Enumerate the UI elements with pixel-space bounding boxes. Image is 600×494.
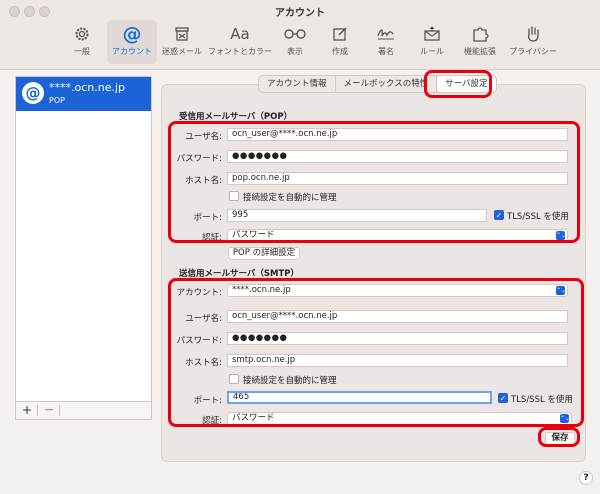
incoming-server-title: 受信用メールサーバ（POP） [179, 112, 293, 122]
toolbar-accounts[interactable]: @ アカウント [107, 20, 157, 64]
pop-advanced-button[interactable]: POP の詳細設定 [228, 247, 300, 260]
outgoing-account-label: アカウント: [176, 288, 222, 298]
divider [59, 405, 60, 416]
toolbar-fonts[interactable]: Aa フォントとカラー [207, 20, 273, 64]
outgoing-port-label: ポート: [193, 396, 222, 406]
tab-server-settings[interactable]: サーバ設定 [437, 76, 496, 92]
add-account-button[interactable]: + [18, 404, 36, 417]
server-settings-panel: 受信用メールサーバ（POP） ユーザ名: ocn_user@****.ocn.n… [161, 84, 586, 462]
outgoing-server-title: 送信用メールサーバ（SMTP） [179, 269, 300, 279]
outgoing-account-value: ****.ocn.ne.jp [232, 285, 291, 295]
hand-icon [525, 23, 541, 45]
title-bar: アカウント 一般 @ アカウント 迷惑メール Aa フォントとカラー 表示 作成… [0, 0, 600, 70]
incoming-host-label: ホスト名: [185, 176, 222, 186]
incoming-auto-manage-checkbox[interactable] [229, 191, 239, 201]
outgoing-auth-label: 認証: [202, 416, 222, 426]
chevron-updown-icon: ⌃⌄ [560, 414, 571, 423]
outgoing-auto-manage-label: 接続設定を自動的に管理 [243, 376, 337, 386]
incoming-auth-label: 認証: [202, 233, 222, 243]
save-button[interactable]: 保存 [545, 432, 575, 445]
incoming-username-label: ユーザ名: [185, 132, 222, 142]
extensions-icon [471, 23, 489, 45]
account-type: POP [49, 96, 65, 105]
outgoing-username-field[interactable]: ocn_user@****.ocn.ne.jp [227, 310, 568, 323]
divider [37, 405, 38, 416]
chevron-updown-icon: ⌃⌄ [556, 231, 567, 240]
outgoing-username-label: ユーザ名: [185, 314, 222, 324]
at-icon: @ [122, 23, 142, 45]
outgoing-port-field[interactable]: 465 [227, 391, 492, 404]
outgoing-host-label: ホスト名: [185, 358, 222, 368]
settings-tabs: アカウント情報 メールボックスの特性 サーバ設定 [258, 75, 497, 93]
remove-account-button[interactable]: — [40, 404, 58, 417]
toolbar-privacy[interactable]: プライバシー [505, 20, 561, 64]
outgoing-tls-checkbox[interactable]: ✓ [498, 393, 508, 403]
toolbar-rules[interactable]: ルール [409, 20, 455, 64]
incoming-tls-label: TLS/SSL を使用 [507, 212, 569, 222]
outgoing-password-field[interactable]: ●●●●●●● [227, 332, 568, 345]
signature-icon [376, 23, 396, 45]
incoming-auto-manage-label: 接続設定を自動的に管理 [243, 193, 337, 203]
gear-icon [73, 23, 91, 45]
compose-icon [332, 23, 348, 45]
toolbar-extensions[interactable]: 機能拡張 [455, 20, 505, 64]
incoming-password-field[interactable]: ●●●●●●● [227, 150, 568, 163]
outgoing-password-label: パスワード: [176, 336, 222, 346]
tab-account-info[interactable]: アカウント情報 [259, 76, 336, 92]
toolbar-junk[interactable]: 迷惑メール [157, 20, 207, 64]
incoming-auth-select[interactable]: パスワード ⌃⌄ [227, 229, 568, 242]
fonts-icon: Aa [230, 25, 250, 43]
incoming-username-field[interactable]: ocn_user@****.ocn.ne.jp [227, 128, 568, 141]
at-icon: @ [22, 82, 44, 104]
tab-mailbox-behaviors[interactable]: メールボックスの特性 [336, 76, 438, 92]
incoming-password-label: パスワード: [176, 154, 222, 164]
incoming-auth-value: パスワード [232, 230, 275, 240]
incoming-tls-checkbox[interactable]: ✓ [494, 210, 504, 220]
toolbar-composing[interactable]: 作成 [317, 20, 363, 64]
outgoing-auth-value: パスワード [232, 413, 275, 423]
rules-icon [423, 23, 441, 45]
account-item[interactable]: @ ****.ocn.ne.jp POP [16, 77, 151, 111]
chevron-updown-icon: ⌃⌄ [556, 286, 567, 295]
incoming-host-field[interactable]: pop.ocn.ne.jp [227, 172, 568, 185]
glasses-icon [284, 23, 306, 45]
outgoing-auth-select[interactable]: パスワード ⌃⌄ [227, 412, 572, 425]
toolbar-general[interactable]: 一般 [57, 20, 107, 64]
account-list[interactable]: @ ****.ocn.ne.jp POP [15, 76, 152, 402]
outgoing-auto-manage-checkbox[interactable] [229, 374, 239, 384]
toolbar-viewing[interactable]: 表示 [273, 20, 317, 64]
outgoing-account-select[interactable]: ****.ocn.ne.jp ⌃⌄ [227, 284, 568, 297]
incoming-port-label: ポート: [193, 213, 222, 223]
outgoing-tls-label: TLS/SSL を使用 [511, 395, 573, 405]
incoming-port-field[interactable]: 995 [227, 209, 487, 222]
toolbar-signatures[interactable]: 署名 [363, 20, 409, 64]
window-title: アカウント [275, 8, 325, 19]
junk-icon [173, 23, 191, 45]
account-list-footer: + — [15, 402, 152, 420]
outgoing-host-field[interactable]: smtp.ocn.ne.jp [227, 354, 568, 367]
account-name: ****.ocn.ne.jp [49, 81, 126, 94]
help-button[interactable]: ? [579, 471, 593, 485]
preferences-toolbar: 一般 @ アカウント 迷惑メール Aa フォントとカラー 表示 作成 署名 ルー… [57, 20, 561, 66]
